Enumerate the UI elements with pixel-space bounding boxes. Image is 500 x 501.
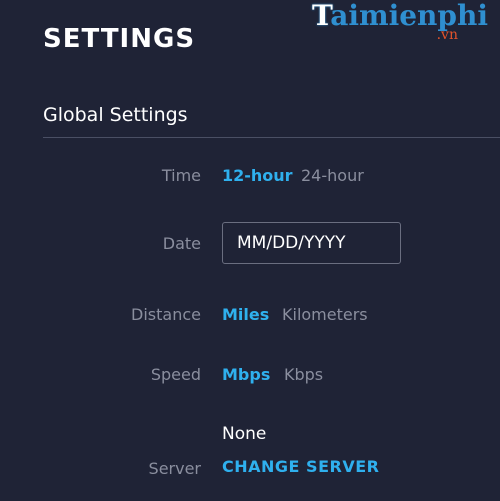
watermark-logo: Taimienphi .vn [312, 0, 488, 43]
speed-label: Speed [150, 365, 201, 384]
server-label: Server [148, 459, 201, 478]
watermark-brand: aimienphi [330, 0, 488, 32]
speed-option-mbps[interactable]: Mbps [222, 365, 270, 384]
distance-label: Distance [131, 305, 201, 324]
time-option-12-hour[interactable]: 12-hour [222, 166, 293, 185]
date-label: Date [162, 234, 201, 253]
page-title: SETTINGS [43, 24, 196, 54]
watermark-initial: T [312, 0, 331, 32]
distance-option-kilometers[interactable]: Kilometers [282, 305, 368, 324]
date-input[interactable] [222, 222, 401, 264]
section-title: Global Settings [43, 104, 188, 126]
time-option-24-hour[interactable]: 24-hour [301, 166, 364, 185]
section-divider [43, 137, 500, 138]
time-label: Time [161, 166, 201, 185]
server-value: None [222, 424, 267, 444]
speed-option-kbps[interactable]: Kbps [284, 365, 323, 384]
distance-option-miles[interactable]: Miles [222, 305, 269, 324]
change-server-button[interactable]: CHANGE SERVER [222, 457, 379, 476]
